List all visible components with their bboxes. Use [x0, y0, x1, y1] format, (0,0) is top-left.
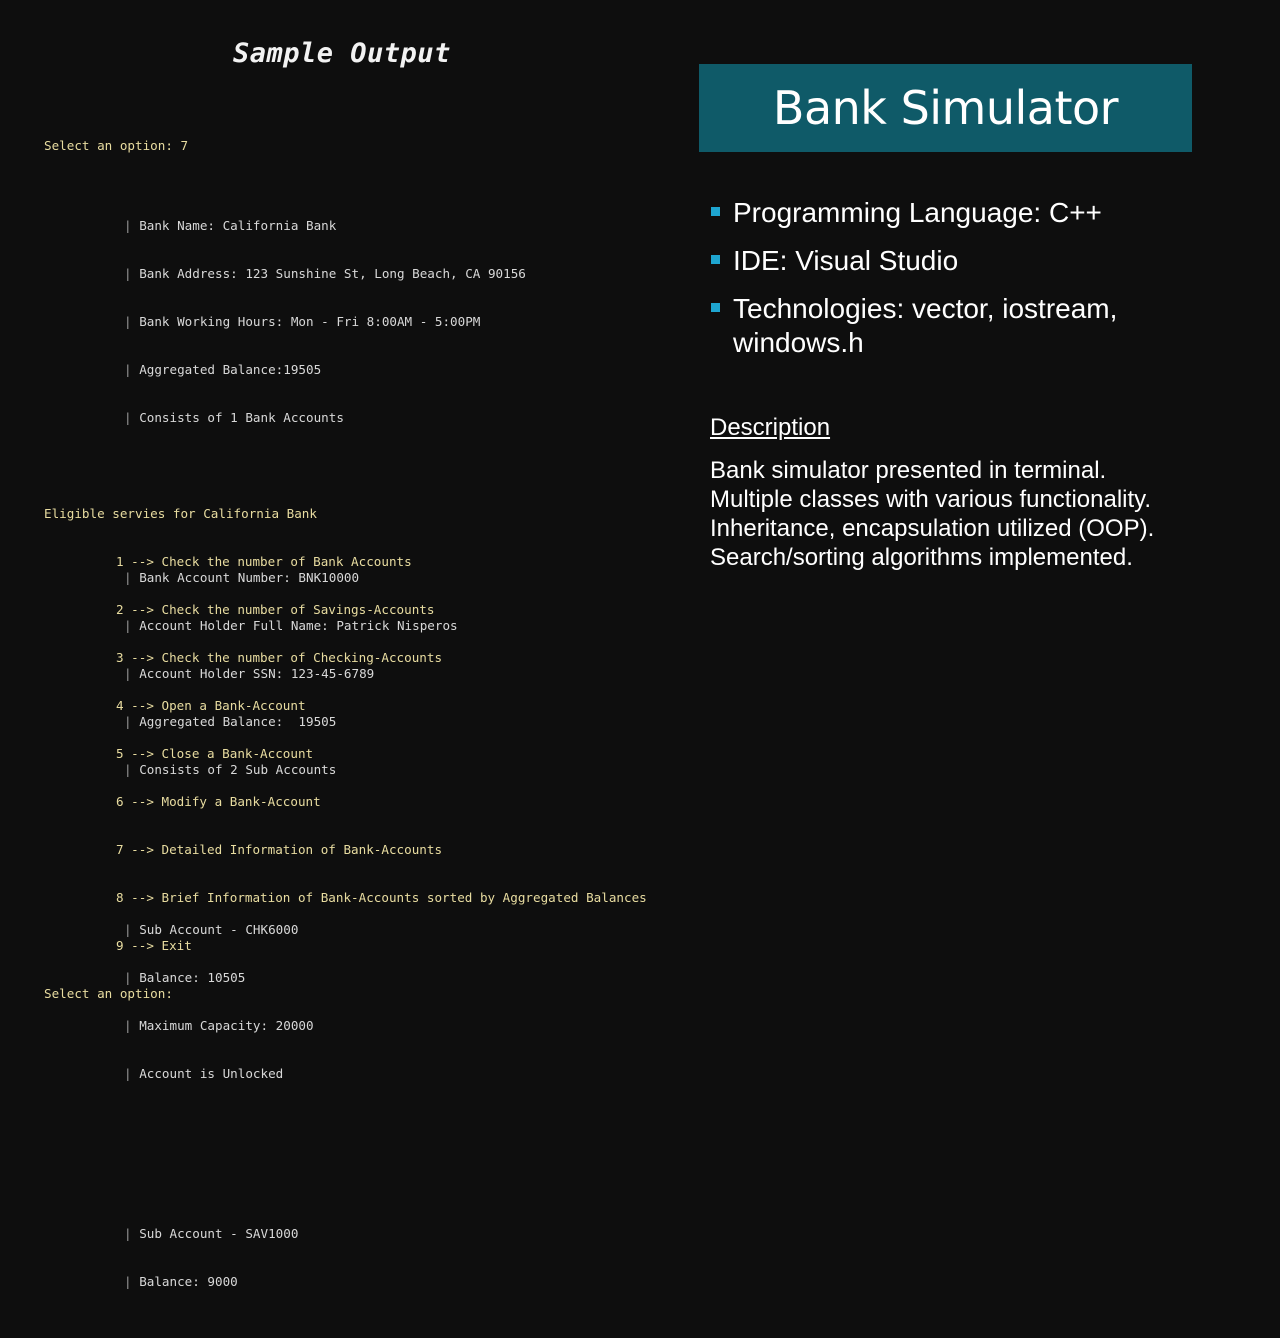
bank-name: Bank Name: California Bank [139, 218, 337, 233]
bank-details: | Bank Name: California Bank | Bank Addr… [44, 186, 526, 458]
feature-text: IDE: Visual Studio [733, 245, 959, 276]
menu-item: 2 --> Check the number of Savings-Accoun… [44, 602, 647, 618]
pipe-glyph: | [124, 1274, 132, 1289]
sub-account-lock-status: Account is Unlocked [139, 1066, 284, 1081]
bank-balance: Aggregated Balance:19505 [139, 362, 322, 377]
slide-title-panel: Bank Simulator [699, 64, 1192, 152]
menu-item: 1 --> Check the number of Bank Accounts [44, 554, 647, 570]
sample-output-heading: Sample Output [233, 38, 451, 69]
bank-hours: Bank Working Hours: Mon - Fri 8:00AM - 5… [139, 314, 481, 329]
menu-item: 6 --> Modify a Bank-Account [44, 794, 647, 810]
menu-item: 8 --> Brief Information of Bank-Accounts… [44, 890, 647, 906]
feature-item: Technologies: vector, iostream, windows.… [710, 292, 1180, 360]
terminal-line: | Consists of 1 Bank Accounts [44, 410, 526, 426]
description-line: Bank simulator presented in terminal. [710, 457, 1107, 484]
menu-item-label: 4 --> Open a Bank-Account [116, 698, 306, 713]
menu-item-label: 3 --> Check the number of Checking-Accou… [116, 650, 443, 665]
menu-item-label: 7 --> Detailed Information of Bank-Accou… [116, 842, 443, 857]
pipe-glyph: | [124, 218, 132, 233]
terminal-line: | Bank Address: 123 Sunshine St, Long Be… [44, 266, 526, 282]
feature-item: IDE: Visual Studio [710, 244, 1180, 278]
menu-item-label: 8 --> Brief Information of Bank-Accounts… [116, 890, 647, 905]
pipe-glyph: | [124, 1018, 132, 1033]
terminal-prompt: Select an option: 7 [44, 138, 189, 153]
menu-item-label: 2 --> Check the number of Savings-Accoun… [116, 602, 435, 617]
pipe-glyph: | [124, 314, 132, 329]
sub-account-balance: Balance: 9000 [139, 1274, 238, 1289]
description-body: Bank simulator presented in terminal. Mu… [710, 456, 1230, 572]
sub-account-id: Sub Account - SAV1000 [139, 1226, 299, 1241]
square-bullet-icon [711, 303, 720, 312]
feature-item: Programming Language: C++ [710, 196, 1180, 230]
description-line: Multiple classes with various functional… [710, 486, 1152, 513]
terminal-line: | Maximum Capacity: 20000 [44, 1018, 526, 1034]
menu-item: 3 --> Check the number of Checking-Accou… [44, 650, 647, 666]
sub-account-capacity: Maximum Capacity: 20000 [139, 1018, 314, 1033]
menu-item: 4 --> Open a Bank-Account [44, 698, 647, 714]
square-bullet-icon [711, 207, 720, 216]
feature-text: Programming Language: C++ [733, 197, 1102, 228]
terminal-line: | Aggregated Balance:19505 [44, 362, 526, 378]
terminal-line: | Bank Name: California Bank [44, 218, 526, 234]
menu-item: 5 --> Close a Bank-Account [44, 746, 647, 762]
bank-account-count: Consists of 1 Bank Accounts [139, 410, 344, 425]
terminal-line: | Balance: 9000 [44, 1274, 526, 1290]
description-line: Inheritance, encapsulation utilized (OOP… [710, 515, 1155, 542]
menu-item-label: 9 --> Exit [116, 938, 192, 953]
pipe-glyph: | [124, 1226, 132, 1241]
feature-list: Programming Language: C++ IDE: Visual St… [710, 196, 1180, 374]
menu-item-label: 5 --> Close a Bank-Account [116, 746, 314, 761]
services-menu: Eligible servies for California Bank 1 -… [44, 474, 647, 1018]
terminal-line: | Sub Account - SAV1000 [44, 1226, 526, 1242]
description-heading: Description [710, 414, 831, 441]
menu-item-label: 6 --> Modify a Bank-Account [116, 794, 321, 809]
menu-item: 7 --> Detailed Information of Bank-Accou… [44, 842, 647, 858]
pipe-glyph: | [124, 362, 132, 377]
square-bullet-icon [711, 255, 720, 264]
menu-item-label: 1 --> Check the number of Bank Accounts [116, 554, 412, 569]
pipe-glyph: | [124, 410, 132, 425]
terminal-line: | Account is Unlocked [44, 1066, 526, 1082]
slide-title: Bank Simulator [772, 81, 1119, 135]
menu-header: Eligible servies for California Bank [44, 506, 317, 521]
sub-account-savings: | Sub Account - SAV1000 | Balance: 9000 [44, 1194, 526, 1322]
terminal-prompt: Select an option: [44, 986, 173, 1001]
pipe-glyph: | [124, 1066, 132, 1081]
menu-item: 9 --> Exit [44, 938, 647, 954]
pipe-glyph: | [124, 266, 132, 281]
feature-text: Technologies: vector, iostream, windows.… [733, 293, 1118, 358]
terminal-line: | Bank Working Hours: Mon - Fri 8:00AM -… [44, 314, 526, 330]
description-line: Search/sorting algorithms implemented. [710, 544, 1133, 571]
bank-address: Bank Address: 123 Sunshine St, Long Beac… [139, 266, 526, 281]
